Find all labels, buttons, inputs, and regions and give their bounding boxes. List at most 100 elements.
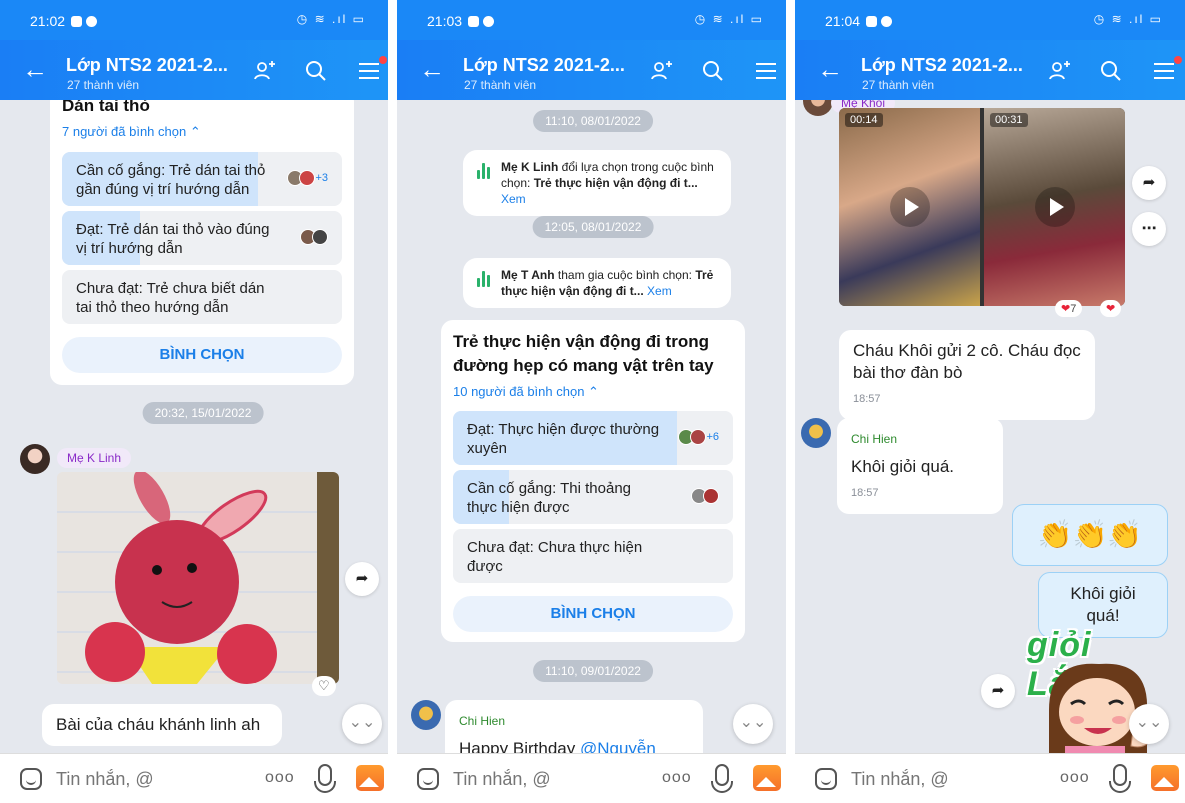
message-list[interactable]: Mẹ Khôi 00:14 00:31 ❤7 ❤ ➦ ⋯ Cháu Khôi g… — [795, 100, 1185, 753]
search-icon[interactable] — [303, 58, 329, 84]
status-bar: 21:04 ◷ ≋ .ıl ▭ — [795, 0, 1185, 40]
view-link[interactable]: Xem — [644, 284, 672, 298]
scroll-down-button[interactable]: ⌄⌄ — [342, 704, 382, 744]
heart-icon: ❤ — [1106, 303, 1116, 315]
video-duration: 00:14 — [845, 113, 883, 127]
emoji-icon[interactable] — [20, 768, 42, 790]
message-bubble[interactable]: Chi Hien Happy Birthday @Nguyễn Thơi — [445, 700, 703, 753]
gallery-icon[interactable] — [753, 765, 781, 791]
video-thumbnail[interactable]: 00:14 — [839, 108, 980, 306]
play-icon[interactable] — [1034, 187, 1075, 227]
add-member-icon[interactable] — [649, 58, 675, 84]
unread-dot — [1174, 56, 1182, 64]
message-bubble[interactable]: Chi Hien Khôi giỏi quá. 18:57 — [837, 418, 1003, 514]
poll-option-text: Đạt: Trẻ dán tai thỏ vào đúng vị trí hướ… — [76, 221, 270, 257]
add-member-icon[interactable] — [252, 58, 278, 84]
poll-voters-link[interactable]: 10 người đã bình chọn ⌃ — [453, 384, 599, 400]
emoji-icon[interactable] — [815, 768, 837, 790]
sender-name: Chi Hien — [851, 432, 898, 446]
shared-image[interactable] — [57, 472, 339, 684]
poll-option[interactable]: Chưa đạt: Trẻ chưa biết dán tai thỏ theo… — [62, 270, 342, 324]
share-button[interactable]: ➦ — [981, 674, 1015, 708]
scroll-down-button[interactable]: ⌄⌄ — [733, 704, 773, 744]
poll-option-text: Cần cố gắng: Trẻ dán tai thỏ gần đúng vị… — [76, 162, 266, 198]
sender-name: Mẹ K Linh — [57, 448, 132, 468]
message-list[interactable]: Dán tai thỏ 7 người đã bình chọn ⌃ Cần c… — [0, 100, 388, 753]
time-separator: 20:32, 15/01/2022 — [142, 402, 264, 424]
vote-button[interactable]: BÌNH CHỌN — [62, 337, 342, 373]
poll-option[interactable]: Đạt: Trẻ dán tai thỏ vào đúng vị trí hướ… — [62, 211, 342, 265]
message-text: Happy Birthday — [459, 739, 580, 753]
message-composer: ooo — [795, 753, 1185, 803]
gallery-icon[interactable] — [356, 765, 384, 791]
sender-avatar[interactable] — [801, 418, 831, 448]
gallery-icon[interactable] — [1151, 765, 1179, 791]
poll-voters-link[interactable]: 7 người đã bình chọn ⌃ — [62, 124, 201, 140]
poll-option[interactable]: Chưa đạt: Chưa thực hiện được — [453, 529, 733, 583]
rabbit-craft-image — [57, 472, 339, 684]
video-thumbnail[interactable]: 00:31 — [984, 108, 1125, 306]
share-button[interactable]: ➦ — [1132, 166, 1166, 200]
reaction-count: 7 — [1070, 303, 1077, 315]
back-button[interactable]: ← — [419, 54, 445, 84]
chat-title[interactable]: Lớp NTS2 2021-2... — [66, 55, 228, 76]
poll-option-text: Chưa đạt: Chưa thực hiện được — [467, 539, 643, 575]
back-button[interactable]: ← — [22, 54, 48, 84]
vote-button[interactable]: BÌNH CHỌN — [453, 596, 733, 632]
poll-option[interactable]: Cần cố gắng: Trẻ dán tai thỏ gần đúng vị… — [62, 152, 342, 206]
chat-screen-2: 21:03 ◷ ≋ .ıl ▭ ← Lớp NTS2 2021-2... 27 … — [397, 0, 786, 803]
system-message[interactable]: Mẹ K Linh đổi lựa chọn trong cuộc bình c… — [463, 150, 731, 216]
scroll-down-button[interactable]: ⌄⌄ — [1129, 704, 1169, 744]
message-text: Cháu Khôi gửi 2 cô. Cháu đọc bài thơ đàn… — [853, 341, 1081, 382]
sender-avatar[interactable] — [411, 700, 441, 730]
unread-dot — [379, 56, 387, 64]
status-time: 21:02 — [30, 13, 66, 29]
sender-avatar[interactable] — [803, 100, 833, 116]
more-options-icon[interactable]: ooo — [1060, 769, 1090, 787]
message-composer: ooo — [0, 753, 388, 803]
menu-icon[interactable] — [753, 58, 779, 84]
message-list[interactable]: 11:10, 08/01/2022 Mẹ K Linh đổi lựa chọn… — [397, 100, 786, 753]
message-input[interactable] — [851, 769, 1041, 790]
message-input[interactable] — [453, 769, 643, 790]
messenger-icon — [483, 16, 495, 27]
back-button[interactable]: ← — [817, 54, 843, 84]
sender-avatar[interactable] — [20, 444, 50, 474]
view-link[interactable]: Xem — [501, 192, 526, 206]
add-member-icon[interactable] — [1047, 58, 1073, 84]
more-options-icon[interactable]: ooo — [662, 769, 692, 787]
reaction-summary[interactable]: ❤7 — [1055, 300, 1083, 317]
play-icon[interactable] — [889, 187, 930, 227]
search-icon[interactable] — [1098, 58, 1124, 84]
time-separator: 11:10, 09/01/2022 — [533, 660, 653, 682]
more-options-icon[interactable]: ooo — [265, 769, 295, 787]
poll-option[interactable]: Cần cố gắng: Thi thoảng thực hiện được — [453, 470, 733, 524]
react-heart-button[interactable]: ♡ — [312, 676, 336, 696]
status-bar: 21:02 ◷ ≋ .ıl ▭ — [0, 0, 388, 40]
react-heart-button[interactable]: ❤ — [1100, 300, 1122, 317]
poll-option[interactable]: Đạt: Thực hiện được thường xuyên +6 — [453, 411, 733, 465]
video-gallery[interactable]: 00:14 00:31 — [839, 108, 1125, 306]
message-bubble[interactable]: Bài của cháu khánh linh ah — [42, 704, 282, 746]
chat-title[interactable]: Lớp NTS2 2021-2... — [463, 55, 625, 76]
menu-icon[interactable] — [1151, 56, 1182, 84]
share-button[interactable]: ➦ — [345, 562, 379, 596]
message-input[interactable] — [56, 769, 246, 790]
system-icons: ◷ ≋ .ıl ▭ — [296, 12, 366, 26]
voter-extra-count: +6 — [706, 431, 719, 443]
search-icon[interactable] — [700, 58, 726, 84]
message-bubble[interactable]: Cháu Khôi gửi 2 cô. Cháu đọc bài thơ đàn… — [839, 330, 1095, 420]
member-count: 27 thành viên — [67, 78, 140, 92]
poll-chart-icon — [477, 271, 491, 287]
system-message[interactable]: Mẹ T Anh tham gia cuộc bình chọn: Trẻ th… — [463, 258, 731, 308]
chat-title[interactable]: Lớp NTS2 2021-2... — [861, 55, 1023, 76]
poll-option-text: Cần cố gắng: Thi thoảng thực hiện được — [467, 480, 632, 516]
emoji-icon[interactable] — [417, 768, 439, 790]
menu-icon[interactable] — [356, 56, 387, 84]
voter-avatars — [300, 229, 328, 245]
clapping-hands-emoji: 👏👏👏 — [1037, 519, 1143, 550]
emoji-message[interactable]: 👏👏👏 — [1012, 504, 1168, 566]
more-actions-button[interactable]: ⋯ — [1132, 212, 1166, 246]
sender-name: Chi Hien — [459, 714, 506, 728]
microphone-stand — [314, 781, 336, 793]
